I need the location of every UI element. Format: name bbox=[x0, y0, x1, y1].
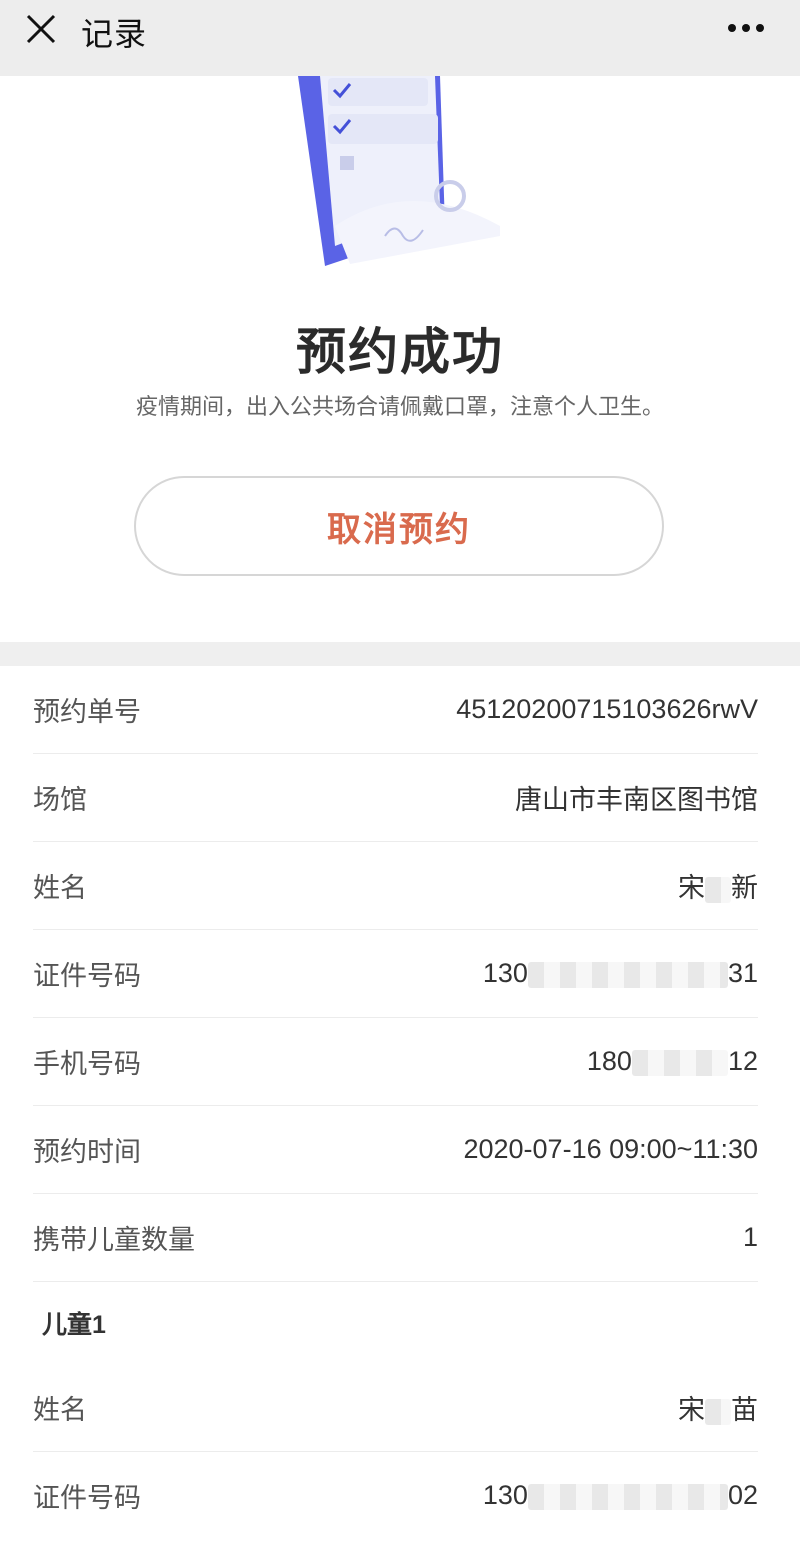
venue-value: 唐山市丰南区图书馆 bbox=[515, 785, 758, 815]
page-title: 记录 bbox=[81, 16, 148, 52]
hero-section: 预约成功 疫情期间，出入公共场合请佩戴口罩，注意个人卫生。 取消预约 bbox=[0, 76, 800, 642]
phone-value: 180 12 bbox=[587, 1046, 758, 1077]
time-label: 预约时间 bbox=[33, 1137, 141, 1167]
child-name-prefix: 宋 bbox=[678, 1395, 705, 1425]
child-id-prefix: 130 bbox=[482, 1480, 528, 1510]
detail-row-children-count: 携带儿童数量 1 bbox=[33, 1194, 758, 1282]
redaction-mask bbox=[705, 876, 731, 903]
child-name-value: 宋苗 bbox=[678, 1388, 758, 1427]
notice-text: 疫情期间，出入公共场合请佩戴口罩，注意个人卫生。 bbox=[135, 394, 664, 419]
order-no-label: 预约单号 bbox=[33, 697, 141, 727]
order-no-value: 45120200715103626rwV bbox=[456, 694, 758, 724]
section-divider bbox=[0, 642, 800, 666]
child-row-id: 证件号码 130 02 bbox=[33, 1452, 758, 1539]
detail-row-id: 证件号码 130 31 bbox=[33, 930, 758, 1018]
detail-row-phone: 手机号码 180 12 bbox=[33, 1018, 758, 1106]
child-id-value: 130 02 bbox=[483, 1480, 758, 1511]
name-prefix: 宋 bbox=[678, 873, 705, 903]
phone-suffix: 12 bbox=[727, 1046, 758, 1076]
detail-row-time: 预约时间 2020-07-16 09:00~11:30 bbox=[33, 1106, 758, 1194]
child-section-title: 儿童1 bbox=[42, 1311, 106, 1339]
name-value: 宋新 bbox=[678, 866, 758, 905]
close-icon[interactable] bbox=[24, 12, 58, 46]
phone-prefix: 180 bbox=[586, 1046, 632, 1076]
name-label: 姓名 bbox=[33, 873, 87, 903]
child-id-suffix: 02 bbox=[727, 1480, 758, 1510]
children-count-value: 1 bbox=[742, 1222, 758, 1252]
child-row-name: 姓名 宋苗 bbox=[33, 1364, 758, 1452]
reservation-details: 预约单号 45120200715103626rwV 场馆 唐山市丰南区图书馆 姓… bbox=[0, 666, 800, 1539]
more-icon[interactable] bbox=[726, 22, 766, 34]
redaction-mask bbox=[705, 1398, 731, 1425]
redaction-mask bbox=[631, 1049, 728, 1076]
id-label: 证件号码 bbox=[33, 961, 141, 991]
cancel-reservation-button[interactable]: 取消预约 bbox=[134, 476, 664, 576]
child-name-label: 姓名 bbox=[33, 1395, 87, 1425]
child-id-label: 证件号码 bbox=[33, 1483, 141, 1513]
redaction-mask bbox=[527, 961, 728, 988]
top-bar: 记录 bbox=[0, 0, 800, 76]
time-value: 2020-07-16 09:00~11:30 bbox=[463, 1134, 758, 1164]
venue-label: 场馆 bbox=[33, 785, 87, 815]
phone-label: 手机号码 bbox=[33, 1049, 141, 1079]
name-suffix: 新 bbox=[731, 873, 758, 903]
id-value: 130 31 bbox=[483, 958, 758, 989]
child-name-suffix: 苗 bbox=[731, 1395, 758, 1425]
children-count-label: 携带儿童数量 bbox=[33, 1225, 195, 1255]
success-title: 预约成功 bbox=[296, 324, 504, 380]
id-suffix: 31 bbox=[727, 958, 758, 988]
redaction-mask bbox=[527, 1483, 728, 1510]
document-check-illustration bbox=[298, 76, 500, 266]
detail-row-venue: 场馆 唐山市丰南区图书馆 bbox=[33, 754, 758, 842]
detail-row-order-no: 预约单号 45120200715103626rwV bbox=[33, 666, 758, 754]
id-prefix: 130 bbox=[482, 958, 528, 988]
detail-row-name: 姓名 宋新 bbox=[33, 842, 758, 930]
